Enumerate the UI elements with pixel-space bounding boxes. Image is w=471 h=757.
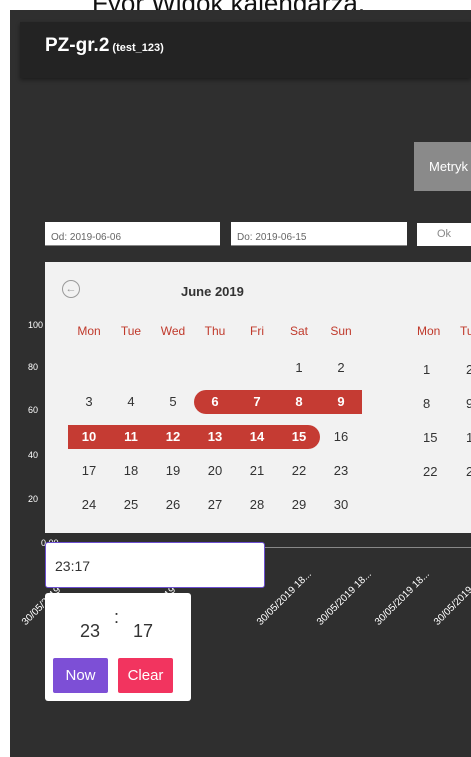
calendar-day[interactable]: 29 bbox=[278, 493, 320, 517]
y-tick-label: 100 bbox=[28, 320, 44, 330]
time-separator: : bbox=[114, 607, 120, 627]
weekday-label: Wed bbox=[160, 324, 186, 338]
next-month-weekday: Tu bbox=[460, 324, 471, 338]
calendar-day[interactable]: 6 bbox=[194, 390, 236, 414]
next-month-day[interactable]: 15 bbox=[423, 430, 437, 445]
calendar-day[interactable]: 2 bbox=[320, 356, 362, 380]
calendar-day[interactable]: 20 bbox=[194, 459, 236, 483]
weekday-label: Sat bbox=[289, 324, 308, 338]
y-tick-label: 60 bbox=[28, 405, 39, 415]
y-tick-label: 40 bbox=[28, 450, 39, 460]
y-tick-label: 20 bbox=[28, 494, 39, 504]
calendar-day[interactable]: 12 bbox=[152, 425, 194, 449]
weekday-label: Tue bbox=[120, 324, 142, 338]
calendar-day[interactable]: 21 bbox=[236, 459, 278, 483]
clear-button[interactable]: Clear bbox=[118, 658, 173, 693]
calendar-day[interactable]: 28 bbox=[236, 493, 278, 517]
calendar-day[interactable]: 26 bbox=[152, 493, 194, 517]
date-from-input[interactable]: Od: 2019-06-06 bbox=[45, 222, 220, 246]
calendar-day[interactable]: 8 bbox=[278, 390, 320, 414]
calendar-day[interactable]: 4 bbox=[110, 390, 152, 414]
month-title: June 2019 bbox=[181, 284, 244, 299]
calendar-day[interactable]: 11 bbox=[110, 425, 152, 449]
calendar-popup: ← June 2019 Mon Tue Wed Thu Fri Sat Sun 1 2 3 4 5 6 7… bbox=[45, 262, 471, 533]
ok-button[interactable]: Ok bbox=[417, 223, 471, 246]
next-month-day[interactable]: 1 bbox=[423, 362, 430, 377]
calendar-day[interactable]: 22 bbox=[278, 459, 320, 483]
calendar-day[interactable]: 3 bbox=[68, 390, 110, 414]
next-month-day[interactable]: 22 bbox=[423, 464, 437, 479]
calendar-day[interactable]: 27 bbox=[194, 493, 236, 517]
metric-button[interactable]: Metryk bbox=[414, 142, 471, 191]
app-title: PZ-gr.2 bbox=[45, 35, 110, 56]
calendar-day[interactable]: 13 bbox=[194, 425, 236, 449]
calendar-day[interactable]: 10 bbox=[68, 425, 110, 449]
time-picker-panel: 23 : 17 Now Clear bbox=[45, 593, 191, 701]
minute-value[interactable]: 17 bbox=[133, 621, 153, 642]
now-button[interactable]: Now bbox=[53, 658, 108, 693]
top-bar: PZ-gr.2 (test_123) bbox=[20, 22, 471, 78]
calendar-day[interactable]: 23 bbox=[320, 459, 362, 483]
weekday-label: Thu bbox=[204, 324, 226, 338]
calendar-day[interactable]: 25 bbox=[110, 493, 152, 517]
date-to-input[interactable]: Do: 2019-06-15 bbox=[231, 222, 407, 246]
calendar-day[interactable]: 7 bbox=[236, 390, 278, 414]
next-month-day[interactable]: 9 bbox=[466, 396, 471, 411]
weekday-label: Sun bbox=[330, 324, 352, 338]
weekday-label: Mon bbox=[77, 324, 101, 338]
next-month-day[interactable]: 2 bbox=[466, 464, 471, 479]
next-month-day[interactable]: 1 bbox=[466, 430, 471, 445]
calendar-day[interactable]: 19 bbox=[152, 459, 194, 483]
next-month-weekday: Mon bbox=[417, 324, 441, 338]
calendar-day[interactable]: 9 bbox=[320, 390, 362, 414]
calendar-day[interactable]: 1 bbox=[278, 356, 320, 380]
calendar-day[interactable]: 24 bbox=[68, 493, 110, 517]
prev-month-icon[interactable]: ← bbox=[62, 280, 80, 298]
weekday-label: Fri bbox=[250, 324, 264, 338]
next-month-day[interactable]: 8 bbox=[423, 396, 430, 411]
next-month-day[interactable]: 2 bbox=[466, 362, 471, 377]
hour-value[interactable]: 23 bbox=[80, 621, 100, 642]
time-input[interactable]: 23:17 bbox=[45, 542, 265, 588]
calendar-day[interactable]: 17 bbox=[68, 459, 110, 483]
calendar-day[interactable]: 14 bbox=[236, 425, 278, 449]
calendar-day[interactable]: 5 bbox=[152, 390, 194, 414]
calendar-day[interactable]: 30 bbox=[320, 493, 362, 517]
calendar-day[interactable]: 15 bbox=[278, 425, 320, 449]
y-tick-label: 80 bbox=[28, 362, 39, 372]
page-title: PZ-gr.2 (test_123) bbox=[45, 35, 164, 57]
app-subtitle: (test_123) bbox=[112, 42, 164, 54]
calendar-day[interactable]: 16 bbox=[320, 425, 362, 449]
calendar-day[interactable]: 18 bbox=[110, 459, 152, 483]
